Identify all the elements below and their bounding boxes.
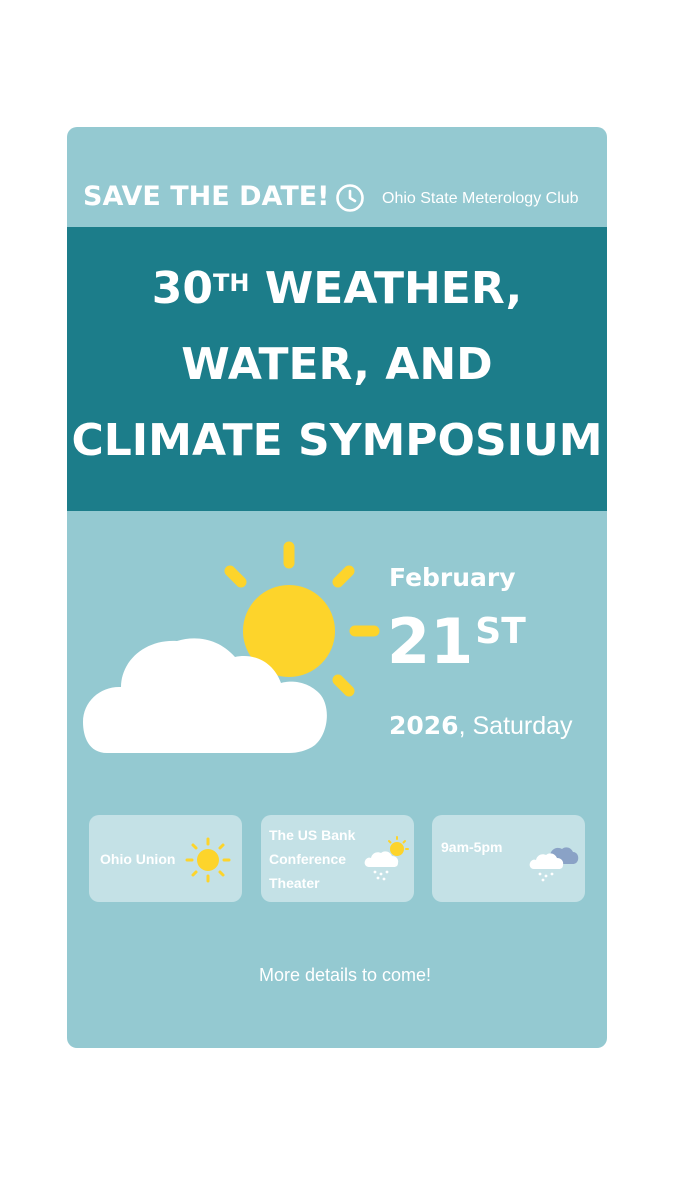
venue-pill: Ohio Union — [89, 815, 242, 902]
event-day-suffix: ST — [475, 611, 526, 652]
title-band: 30TH WEATHER, WATER, AND CLIMATE SYMPOSI… — [67, 227, 607, 511]
title-line-1: 30TH WEATHER, — [67, 263, 607, 315]
rain-cloud-sun-icon — [364, 836, 409, 881]
location-pill: The US Bank Conference Theater — [261, 815, 414, 902]
rain-cloud-icon — [529, 847, 579, 882]
title-ordinal-suffix: TH — [212, 269, 250, 297]
event-year: 2026 — [389, 711, 459, 740]
event-month: February — [389, 563, 516, 592]
time-label: 9am-5pm — [441, 839, 503, 855]
sun-icon — [185, 837, 231, 883]
save-the-date-heading: SAVE THE DATE! — [83, 181, 330, 212]
event-card: SAVE THE DATE! Ohio State Meterology Clu… — [67, 127, 607, 1048]
location-label-line: Theater — [269, 875, 320, 891]
title-line-1-text: WEATHER, — [249, 263, 523, 314]
title-ordinal-number: 30 — [151, 263, 213, 314]
club-name: Ohio State Meterology Club — [382, 190, 579, 207]
event-year-weekday: 2026, Saturday — [389, 711, 573, 741]
time-pill: 9am-5pm — [432, 815, 585, 902]
event-day: 21ST — [387, 607, 526, 677]
event-weekday: , Saturday — [458, 712, 573, 740]
title-line-2: WATER, AND — [181, 339, 493, 390]
location-label: The US Bank Conference Theater — [269, 823, 355, 895]
clock-icon — [336, 184, 364, 212]
event-day-number: 21 — [387, 605, 474, 678]
header-bar: SAVE THE DATE! Ohio State Meterology Clu… — [67, 127, 607, 227]
title-line-3: CLIMATE SYMPOSIUM — [71, 415, 603, 466]
location-label-line: The US Bank — [269, 827, 356, 843]
location-label-line: Conference — [269, 851, 347, 867]
venue-label: Ohio Union — [100, 851, 176, 867]
more-details-note: More details to come! — [258, 965, 432, 985]
sun-cloud-illustration — [83, 541, 380, 753]
